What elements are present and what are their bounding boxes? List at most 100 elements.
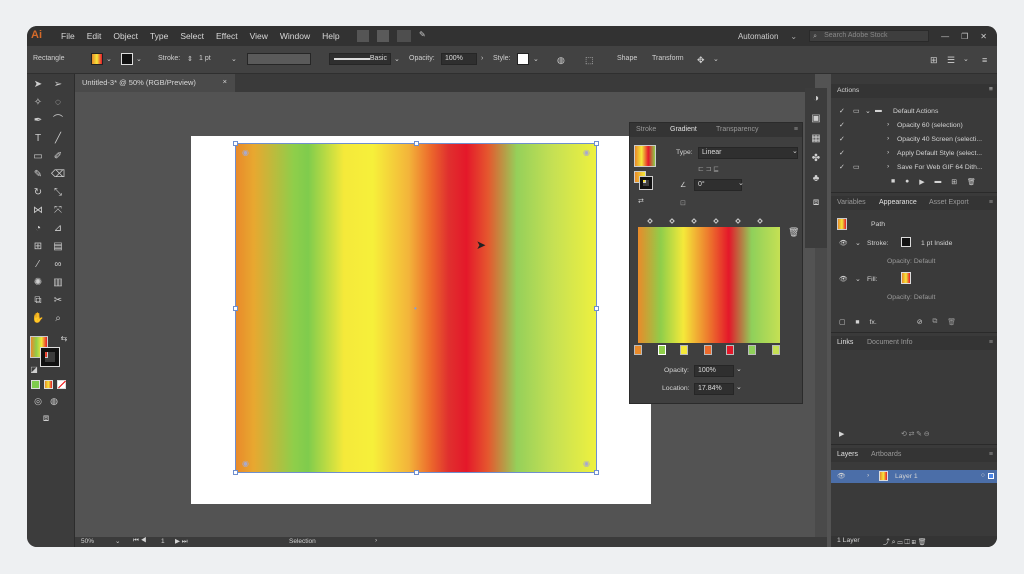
- symbols-icon[interactable]: ♣: [809, 172, 823, 186]
- stroke-weight-field[interactable]: 1 pt: [199, 55, 211, 62]
- new-action-icon[interactable]: ⊞: [951, 178, 957, 186]
- free-transform-icon[interactable]: ⤧: [51, 204, 65, 218]
- gradient-mode-icon[interactable]: [44, 380, 53, 389]
- control-menu-icon[interactable]: ≡: [982, 55, 987, 65]
- libraries-icon[interactable]: ⧈: [809, 196, 823, 210]
- layer-row[interactable]: 👁 › Layer 1 ○: [831, 470, 997, 483]
- chevron-down-icon[interactable]: ⌄: [106, 55, 112, 63]
- draw-behind-icon[interactable]: ◍: [47, 394, 61, 408]
- stroke-gradient-icon[interactable]: [639, 176, 653, 190]
- zoom-level[interactable]: 50%: [81, 538, 94, 545]
- document-tab[interactable]: Untitled-3* @ 50% (RGB/Preview) ×: [75, 74, 235, 92]
- corner-widget[interactable]: ◉: [583, 148, 590, 157]
- eye-icon[interactable]: 👁: [839, 275, 848, 283]
- stroke-color-swatch[interactable]: [40, 347, 60, 367]
- stop-opacity-field[interactable]: 100%: [694, 365, 734, 377]
- panel-menu-icon[interactable]: ≡: [794, 126, 798, 133]
- eraser-icon[interactable]: ⌫: [51, 168, 65, 182]
- chevron-down-icon[interactable]: ⌄: [231, 55, 237, 63]
- delete-item-icon[interactable]: 🗑: [947, 318, 956, 326]
- corner-widget[interactable]: ◉: [583, 459, 590, 468]
- checkmark-icon[interactable]: ✓: [839, 149, 845, 157]
- bounding-handle[interactable]: [594, 141, 599, 146]
- dialog-toggle-icon[interactable]: ▭: [853, 163, 859, 171]
- symbol-sprayer-icon[interactable]: ✺: [31, 276, 45, 290]
- menu-effect[interactable]: Effect: [210, 31, 244, 41]
- graphic-style-swatch[interactable]: [517, 53, 529, 65]
- search-stock-input[interactable]: ⌕ Search Adobe Stock: [809, 30, 930, 42]
- maximize-icon[interactable]: ❐: [961, 32, 968, 41]
- artboard-next-icon[interactable]: ▶ ⏭: [175, 537, 188, 546]
- slice-tool-icon[interactable]: ✂: [51, 294, 65, 308]
- chevron-down-icon[interactable]: ⌄: [533, 55, 539, 63]
- chevron-down-icon[interactable]: ⌄: [136, 55, 142, 63]
- bounding-handle[interactable]: [233, 470, 238, 475]
- shape-builder-icon[interactable]: ◔: [31, 222, 45, 236]
- panel-menu-icon[interactable]: ≡: [989, 339, 993, 346]
- bounding-handle[interactable]: [594, 470, 599, 475]
- chevron-down-icon[interactable]: ⌄: [855, 275, 861, 283]
- fill-swatch[interactable]: [91, 53, 103, 65]
- layers-footer-icons[interactable]: ⤴ ⌕ ▭ ◫ ⊞ 🗑: [883, 536, 926, 547]
- magic-wand-icon[interactable]: ✧: [31, 96, 45, 110]
- panel-menu-icon[interactable]: ≡: [989, 86, 993, 93]
- chevron-right-icon[interactable]: ›: [867, 472, 869, 479]
- checkmark-icon[interactable]: ✓: [839, 107, 845, 115]
- midpoint-diamond[interactable]: [647, 218, 653, 224]
- swatches-icon[interactable]: ▦: [809, 132, 823, 146]
- chevron-down-icon[interactable]: ⌄: [394, 55, 400, 63]
- swap-colors-icon[interactable]: ⇆: [57, 332, 71, 346]
- draw-normal-icon[interactable]: ◎: [31, 394, 45, 408]
- menu-window[interactable]: Window: [274, 31, 316, 41]
- none-mode-icon[interactable]: [57, 380, 66, 389]
- corner-widget[interactable]: ◉: [242, 459, 249, 468]
- checkmark-icon[interactable]: ✓: [839, 121, 845, 129]
- actions-title[interactable]: Actions: [837, 87, 859, 94]
- recolor-artwork-icon[interactable]: ◍: [557, 55, 565, 66]
- chevron-down-icon[interactable]: ⌄: [855, 239, 861, 247]
- type-tool-icon[interactable]: T: [31, 132, 45, 146]
- default-colors-icon[interactable]: ◪: [27, 363, 41, 377]
- chevron-down-icon[interactable]: ⌄: [713, 55, 719, 63]
- chevron-right-icon[interactable]: ›: [887, 149, 889, 156]
- document-icon[interactable]: ▣: [809, 112, 823, 126]
- chevron-right-icon[interactable]: ›: [887, 163, 889, 170]
- stroke-color-chip[interactable]: [901, 237, 911, 247]
- dialog-toggle-icon[interactable]: ▭: [853, 107, 859, 115]
- midpoint-diamond[interactable]: [669, 218, 675, 224]
- chevron-right-icon[interactable]: ›: [481, 55, 483, 62]
- midpoint-diamond[interactable]: [713, 218, 719, 224]
- brush-icon[interactable]: ✎: [419, 30, 431, 42]
- chevron-down-icon[interactable]: ⌄: [115, 537, 120, 545]
- stroke-row-label[interactable]: Stroke:: [867, 240, 889, 247]
- panel-menu-icon[interactable]: ≡: [989, 199, 993, 206]
- chevron-down-icon[interactable]: ⌄: [963, 55, 969, 63]
- bounding-handle[interactable]: [233, 306, 238, 311]
- chevron-down-icon[interactable]: ⌄: [865, 107, 871, 115]
- gradient-thumbnail[interactable]: [634, 145, 656, 167]
- tab-variables[interactable]: Variables: [837, 199, 866, 206]
- current-tool-status[interactable]: Selection: [289, 538, 316, 545]
- target-icon[interactable]: ○: [981, 472, 985, 479]
- screen-mode-icon[interactable]: ⧈: [39, 412, 53, 426]
- stroke-row-value[interactable]: 1 pt Inside: [921, 240, 952, 247]
- new-set-icon[interactable]: ▬: [934, 178, 941, 186]
- opacity-field[interactable]: 100%: [441, 53, 477, 65]
- align-icon[interactable]: ⬚: [585, 55, 594, 66]
- arrange-icon[interactable]: ⊞: [930, 55, 938, 66]
- isolate-icon[interactable]: ✥: [697, 55, 705, 66]
- hand-tool-icon[interactable]: ✋: [31, 312, 45, 326]
- color-stop[interactable]: [748, 345, 756, 355]
- rectangle-tool-icon[interactable]: ▭: [31, 150, 45, 164]
- bounding-handle[interactable]: [233, 141, 238, 146]
- reverse-gradient-icon[interactable]: ⇄: [638, 197, 644, 205]
- close-tab-icon[interactable]: ×: [223, 77, 227, 86]
- width-tool-icon[interactable]: ⋈: [31, 204, 45, 218]
- zoom-tool-icon[interactable]: ⌕: [51, 312, 65, 326]
- stroke-swatch[interactable]: [121, 53, 133, 65]
- add-stroke-icon[interactable]: ▢: [839, 318, 845, 326]
- mesh-tool-icon[interactable]: ⊞: [31, 240, 45, 254]
- add-effect-button[interactable]: fx.: [870, 319, 877, 326]
- artboard-prev-icon[interactable]: ⏮ ◀: [133, 537, 146, 545]
- curvature-tool-icon[interactable]: ⌒: [51, 114, 65, 128]
